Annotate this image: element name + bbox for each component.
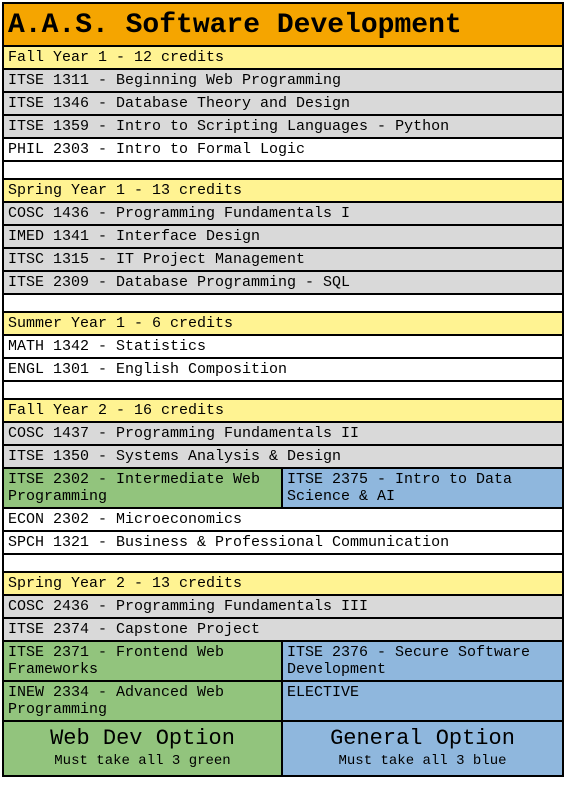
option-subtitle: Must take all 3 blue [287, 753, 558, 769]
course-cell-right: ITSE 2375 - Intro to Data Science & AI [283, 469, 562, 507]
degree-plan: A.A.S. Software Development Fall Year 1 … [2, 2, 564, 777]
course-split-row: ITSE 2302 - Intermediate Web Programming… [4, 469, 562, 509]
course-row: COSC 1436 - Programming Fundamentals I [4, 203, 562, 226]
course-row: ITSE 1359 - Intro to Scripting Languages… [4, 116, 562, 139]
option-web-dev: Web Dev Option Must take all 3 green [4, 722, 283, 775]
course-row: ITSE 1311 - Beginning Web Programming [4, 70, 562, 93]
course-cell-right: ITSE 2376 - Secure Software Development [283, 642, 562, 680]
course-row: ITSE 1350 - Systems Analysis & Design [4, 446, 562, 469]
course-row: COSC 2436 - Programming Fundamentals III [4, 596, 562, 619]
term-header: Fall Year 2 - 16 credits [4, 400, 562, 423]
course-split-row: ITSE 2371 - Frontend Web FrameworksITSE … [4, 642, 562, 682]
options-row: Web Dev Option Must take all 3 green Gen… [4, 722, 562, 775]
course-row: ENGL 1301 - English Composition [4, 359, 562, 382]
course-row: PHIL 2303 - Intro to Formal Logic [4, 139, 562, 162]
course-cell-left: INEW 2334 - Advanced Web Programming [4, 682, 283, 720]
course-row: ECON 2302 - Microeconomics [4, 509, 562, 532]
term-header: Spring Year 2 - 13 credits [4, 573, 562, 596]
course-cell-right: ELECTIVE [283, 682, 562, 720]
course-split-row: INEW 2334 - Advanced Web ProgrammingELEC… [4, 682, 562, 722]
term-spacer [4, 295, 562, 313]
term-spacer [4, 162, 562, 180]
course-row: COSC 1437 - Programming Fundamentals II [4, 423, 562, 446]
course-row: MATH 1342 - Statistics [4, 336, 562, 359]
course-row: ITSC 1315 - IT Project Management [4, 249, 562, 272]
course-cell-left: ITSE 2302 - Intermediate Web Programming [4, 469, 283, 507]
option-subtitle: Must take all 3 green [8, 753, 277, 769]
terms-container: Fall Year 1 - 12 creditsITSE 1311 - Begi… [4, 47, 562, 722]
term-spacer [4, 382, 562, 400]
course-cell-left: ITSE 2371 - Frontend Web Frameworks [4, 642, 283, 680]
option-title: Web Dev Option [8, 726, 277, 751]
program-title: A.A.S. Software Development [4, 4, 562, 47]
course-row: ITSE 2374 - Capstone Project [4, 619, 562, 642]
course-row: ITSE 1346 - Database Theory and Design [4, 93, 562, 116]
term-header: Summer Year 1 - 6 credits [4, 313, 562, 336]
course-row: SPCH 1321 - Business & Professional Comm… [4, 532, 562, 555]
term-header: Spring Year 1 - 13 credits [4, 180, 562, 203]
course-row: ITSE 2309 - Database Programming - SQL [4, 272, 562, 295]
course-row: IMED 1341 - Interface Design [4, 226, 562, 249]
option-general: General Option Must take all 3 blue [283, 722, 562, 775]
term-spacer [4, 555, 562, 573]
option-title: General Option [287, 726, 558, 751]
term-header: Fall Year 1 - 12 credits [4, 47, 562, 70]
